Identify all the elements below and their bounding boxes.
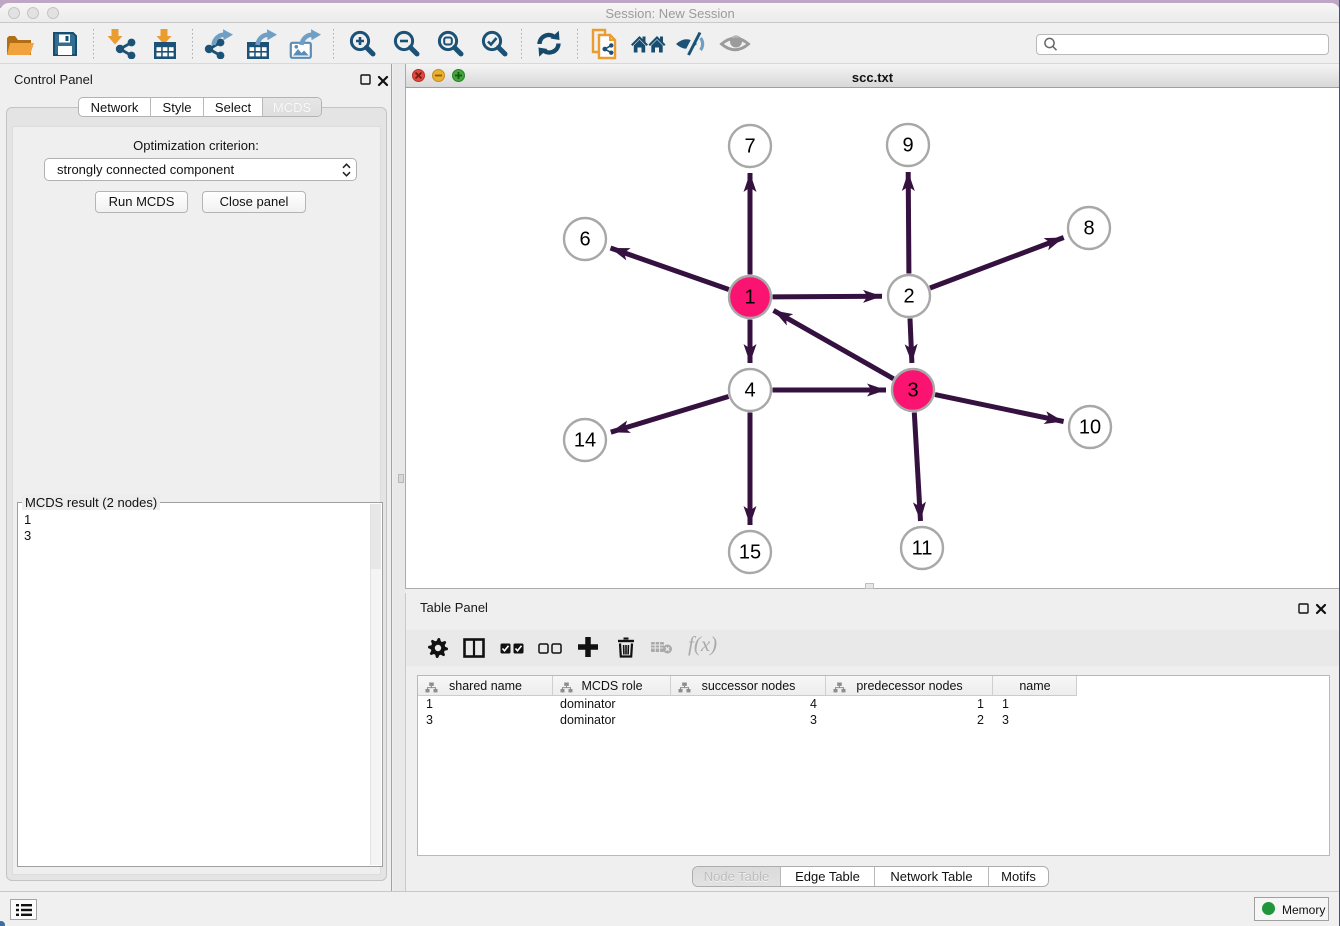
- svg-text:1: 1: [744, 287, 755, 309]
- svg-text:8: 8: [1083, 218, 1094, 240]
- svg-text:3: 3: [907, 380, 918, 402]
- svg-text:11: 11: [912, 538, 933, 560]
- svg-text:2: 2: [903, 286, 914, 308]
- svg-text:14: 14: [574, 430, 596, 452]
- svg-text:9: 9: [902, 135, 913, 157]
- svg-text:7: 7: [744, 136, 755, 158]
- svg-text:15: 15: [739, 542, 761, 564]
- svg-text:10: 10: [1079, 417, 1101, 439]
- svg-text:4: 4: [744, 380, 755, 402]
- svg-text:6: 6: [579, 229, 590, 251]
